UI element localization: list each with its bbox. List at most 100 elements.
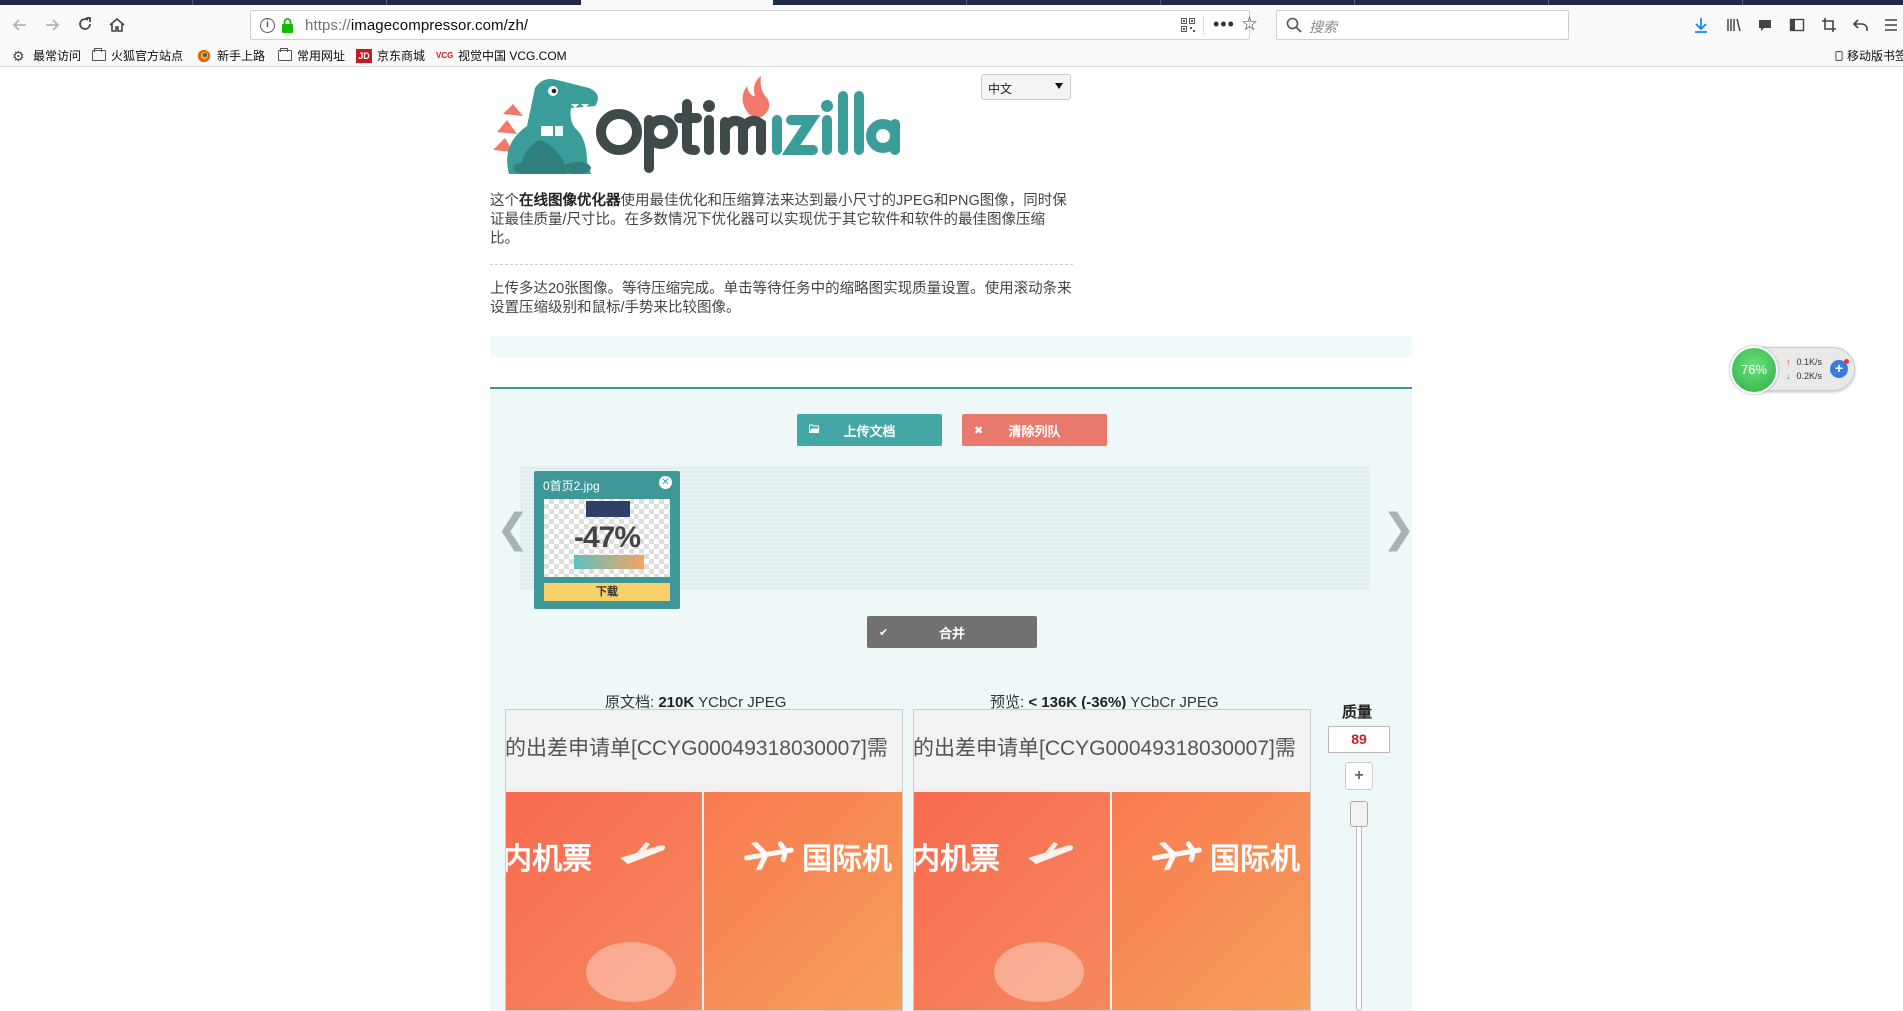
merge-button[interactable]: ✔ 合并 (867, 616, 1037, 648)
clear-queue-button[interactable]: ✖ 清除列队 (962, 414, 1107, 446)
intro-text: 这个在线图像优化器使用最佳优化和压缩算法来达到最小尺寸的JPEG和PNG图像，同… (490, 193, 1067, 247)
bookmark-vcg[interactable]: VCG 视觉中国 VCG.COM (436, 47, 567, 64)
screenshot-crop-icon[interactable] (1818, 14, 1840, 36)
firefox-icon (197, 49, 211, 62)
image-tile-domestic: 内机票 (913, 792, 1110, 1010)
back-icon[interactable] (8, 13, 32, 37)
lock-icon[interactable] (281, 18, 294, 33)
reload-icon[interactable] (73, 13, 97, 37)
merge-label: 合并 (938, 625, 965, 641)
notice-band (490, 336, 1412, 357)
upload-speed: ↑ 0.1K/s (1786, 357, 1823, 367)
upload-label: 上传文档 (843, 423, 896, 439)
bookmark-label: 新手上路 (217, 49, 266, 63)
jd-icon: JD (356, 48, 372, 63)
quality-increase-button[interactable]: + (1345, 762, 1373, 790)
forward-icon[interactable] (40, 13, 64, 37)
airplane-icon (1151, 839, 1203, 873)
quality-input[interactable]: 89 (1328, 726, 1390, 753)
url-separator (1203, 16, 1204, 35)
image-tile-domestic: 内机票 (505, 792, 702, 1010)
bookmark-firefox-official[interactable]: 火狐官方站点 (92, 47, 183, 64)
menu-icon[interactable] (1880, 14, 1902, 36)
arrow-down-icon: ↓ (1786, 371, 1791, 381)
upload-button[interactable]: 上传文档 (797, 414, 942, 446)
instructions-text: 上传多达20张图像。等待压缩完成。单击等待任务中的缩略图实现质量设置。使用滚动条… (490, 281, 1072, 316)
airplane-icon (743, 839, 795, 873)
thumbnail-image-bottom (574, 555, 644, 569)
folder-open-icon (809, 424, 820, 436)
compressor-panel: 上传文档 ✖ 清除列队 ❮ ❯ 0首页2.jpg ✕ -47% 下载 ✔ 合并 … (490, 389, 1416, 1011)
search-bar[interactable]: 搜索 (1276, 10, 1569, 40)
compression-percent: -47% (573, 521, 641, 554)
bookmark-most-visited[interactable]: ⚙ 最常访问 (12, 47, 81, 64)
mobile-icon (1835, 50, 1843, 61)
optimizilla-logo[interactable] (491, 74, 911, 174)
bookmark-label: 火狐官方站点 (111, 49, 184, 63)
airplane-icon (620, 842, 666, 864)
bookmark-getting-started[interactable]: 新手上路 (196, 47, 265, 64)
info-icon[interactable]: i (260, 18, 275, 33)
bookmark-jd[interactable]: JD 京东商城 (356, 47, 425, 64)
quality-label: 质量 (1342, 704, 1373, 721)
remove-thumbnail-icon[interactable]: ✕ (659, 476, 672, 489)
qr-code-icon[interactable] (1181, 18, 1195, 32)
cloud-decoration (994, 942, 1084, 1002)
page-actions-icon[interactable]: ••• (1213, 14, 1235, 35)
image-tile-international: 国际机 (704, 792, 902, 1010)
tile-label: 国际机 (802, 843, 892, 876)
quality-slider-track[interactable] (1356, 801, 1362, 1011)
check-icon: ✔ (879, 627, 889, 639)
download-button[interactable]: 下载 (544, 583, 670, 601)
nav-bar: i https://imagecompressor.com/zh/ ••• ☆ … (0, 5, 1903, 43)
quality-slider-handle[interactable] (1350, 801, 1368, 827)
search-placeholder: 搜索 (1309, 19, 1337, 35)
bookmark-label: 最常访问 (33, 49, 82, 63)
page-content: 中文 这个在线图像优化器使用最佳优化和压缩算法来达到最小尺寸的JPEG和PNG图… (0, 68, 1903, 1011)
image-caption: 的出差申请单[CCYG00049318030007]需 (505, 737, 888, 760)
gear-icon: ⚙ (12, 47, 25, 64)
thumbnail-preview[interactable]: -47% (544, 499, 670, 577)
cloud-decoration (586, 942, 676, 1002)
queue-thumbnail[interactable]: 0首页2.jpg ✕ -47% 下载 (534, 471, 680, 609)
thumbnail-filename: 0首页2.jpg (543, 479, 600, 493)
download-speed: ↓ 0.2K/s (1786, 371, 1823, 381)
chat-icon[interactable] (1754, 14, 1776, 36)
bookmark-mobile[interactable]: 移动版书签 (1834, 47, 1903, 64)
chevron-down-icon (1055, 83, 1063, 89)
url-text[interactable]: https://imagecompressor.com/zh/ (305, 17, 528, 34)
folder-icon (278, 48, 292, 61)
airplane-icon (1028, 842, 1074, 864)
network-monitor-widget[interactable]: 76% ↑ 0.1K/s ↓ 0.2K/s + (1730, 346, 1855, 394)
divider (490, 264, 1073, 265)
tile-label: 内机票 (913, 843, 1000, 876)
expand-widget-icon[interactable]: + (1830, 359, 1849, 378)
bookmark-label: 常用网址 (297, 49, 346, 63)
bookmark-label: 视觉中国 VCG.COM (458, 49, 567, 63)
library-icon[interactable] (1723, 14, 1745, 36)
bookmark-common-sites[interactable]: 常用网址 (278, 47, 345, 64)
search-icon (1286, 17, 1302, 33)
close-icon: ✖ (974, 425, 984, 437)
image-tile-international: 国际机 (1112, 792, 1310, 1010)
vcg-icon: VCG (436, 50, 454, 60)
queue-next-arrow[interactable]: ❯ (1382, 506, 1416, 552)
original-image-view[interactable]: 的出差申请单[CCYG00049318030007]需 内机票 国际机 (505, 709, 903, 1011)
clear-label: 清除列队 (1008, 423, 1061, 439)
tile-label: 内机票 (505, 843, 592, 876)
language-value: 中文 (988, 82, 1013, 96)
url-bar[interactable]: i https://imagecompressor.com/zh/ ••• ☆ (250, 10, 1258, 40)
language-select[interactable]: 中文 (981, 74, 1071, 100)
undo-icon[interactable] (1850, 14, 1872, 36)
bookmark-star-icon[interactable]: ☆ (1241, 13, 1258, 36)
download-icon[interactable] (1690, 14, 1712, 36)
thumbnail-image-top (586, 501, 630, 517)
bookmarks-toolbar: ⚙ 最常访问 火狐官方站点 新手上路 常用网址 JD 京东商城 VCG 视觉中国… (0, 43, 1903, 67)
home-icon[interactable] (105, 13, 129, 37)
sidebar-icon[interactable] (1786, 14, 1808, 36)
tile-label: 国际机 (1210, 843, 1300, 876)
queue-prev-arrow[interactable]: ❮ (496, 506, 530, 552)
preview-image-view[interactable]: 的出差申请单[CCYG00049318030007]需 内机票 国际机 (913, 709, 1311, 1011)
folder-icon (92, 48, 106, 61)
bookmark-label: 移动版书签 (1847, 49, 1903, 63)
